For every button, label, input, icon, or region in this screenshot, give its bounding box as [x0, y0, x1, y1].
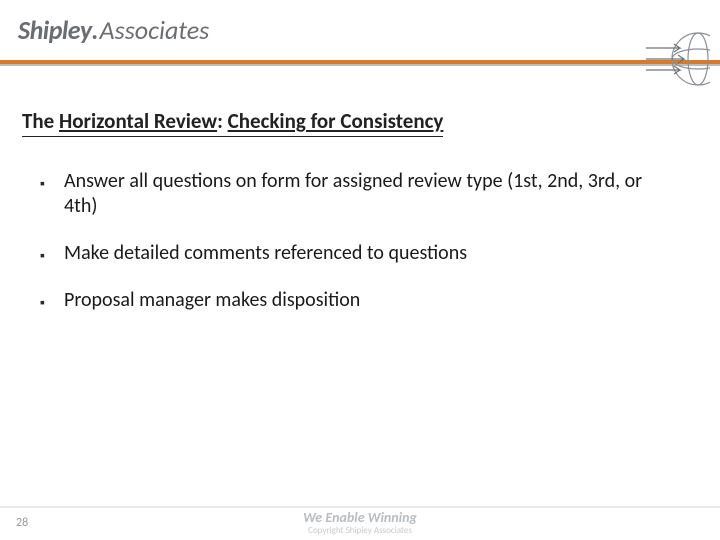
- logo-secondary: Associates: [100, 14, 210, 46]
- bullet-text: Proposal manager makes disposition: [64, 288, 674, 313]
- bullet-icon: ▪: [40, 247, 52, 265]
- logo-primary: Shipley: [18, 14, 92, 46]
- header-divider: [0, 60, 720, 66]
- title-underlined-2: Checking for Consistency: [228, 108, 444, 134]
- slide-footer: 28 We Enable Winning Copyright Shipley A…: [0, 506, 720, 540]
- bullet-icon: ▪: [40, 175, 52, 193]
- title-area: The Horizontal Review: Checking for Cons…: [0, 78, 720, 143]
- slide-header: Shipley.Associates: [0, 0, 720, 78]
- bullet-text: Make detailed comments referenced to que…: [64, 241, 674, 266]
- slide-body: ▪ Answer all questions on form for assig…: [0, 143, 720, 313]
- footer-brand: We Enable Winning Copyright Shipley Asso…: [0, 509, 720, 536]
- footer-copyright: Copyright Shipley Associates: [0, 525, 720, 536]
- list-item: ▪ Answer all questions on form for assig…: [40, 169, 674, 219]
- title-underlined-1: Horizontal Review: [59, 108, 217, 134]
- slide-title: The Horizontal Review: Checking for Cons…: [22, 108, 443, 137]
- title-sep: :: [217, 108, 228, 134]
- bullet-icon: ▪: [40, 294, 52, 312]
- logo-dot: .: [92, 14, 99, 46]
- globe-icon: [640, 30, 710, 88]
- divider-gray: [0, 64, 720, 66]
- footer-tagline: We Enable Winning: [0, 509, 720, 526]
- slide: Shipley.Associates: [0, 0, 720, 540]
- footer-divider: [0, 506, 720, 508]
- logo: Shipley.Associates: [18, 14, 720, 46]
- bullet-text: Answer all questions on form for assigne…: [64, 169, 674, 219]
- list-item: ▪ Proposal manager makes disposition: [40, 288, 674, 313]
- list-item: ▪ Make detailed comments referenced to q…: [40, 241, 674, 266]
- title-prefix: The: [22, 108, 59, 134]
